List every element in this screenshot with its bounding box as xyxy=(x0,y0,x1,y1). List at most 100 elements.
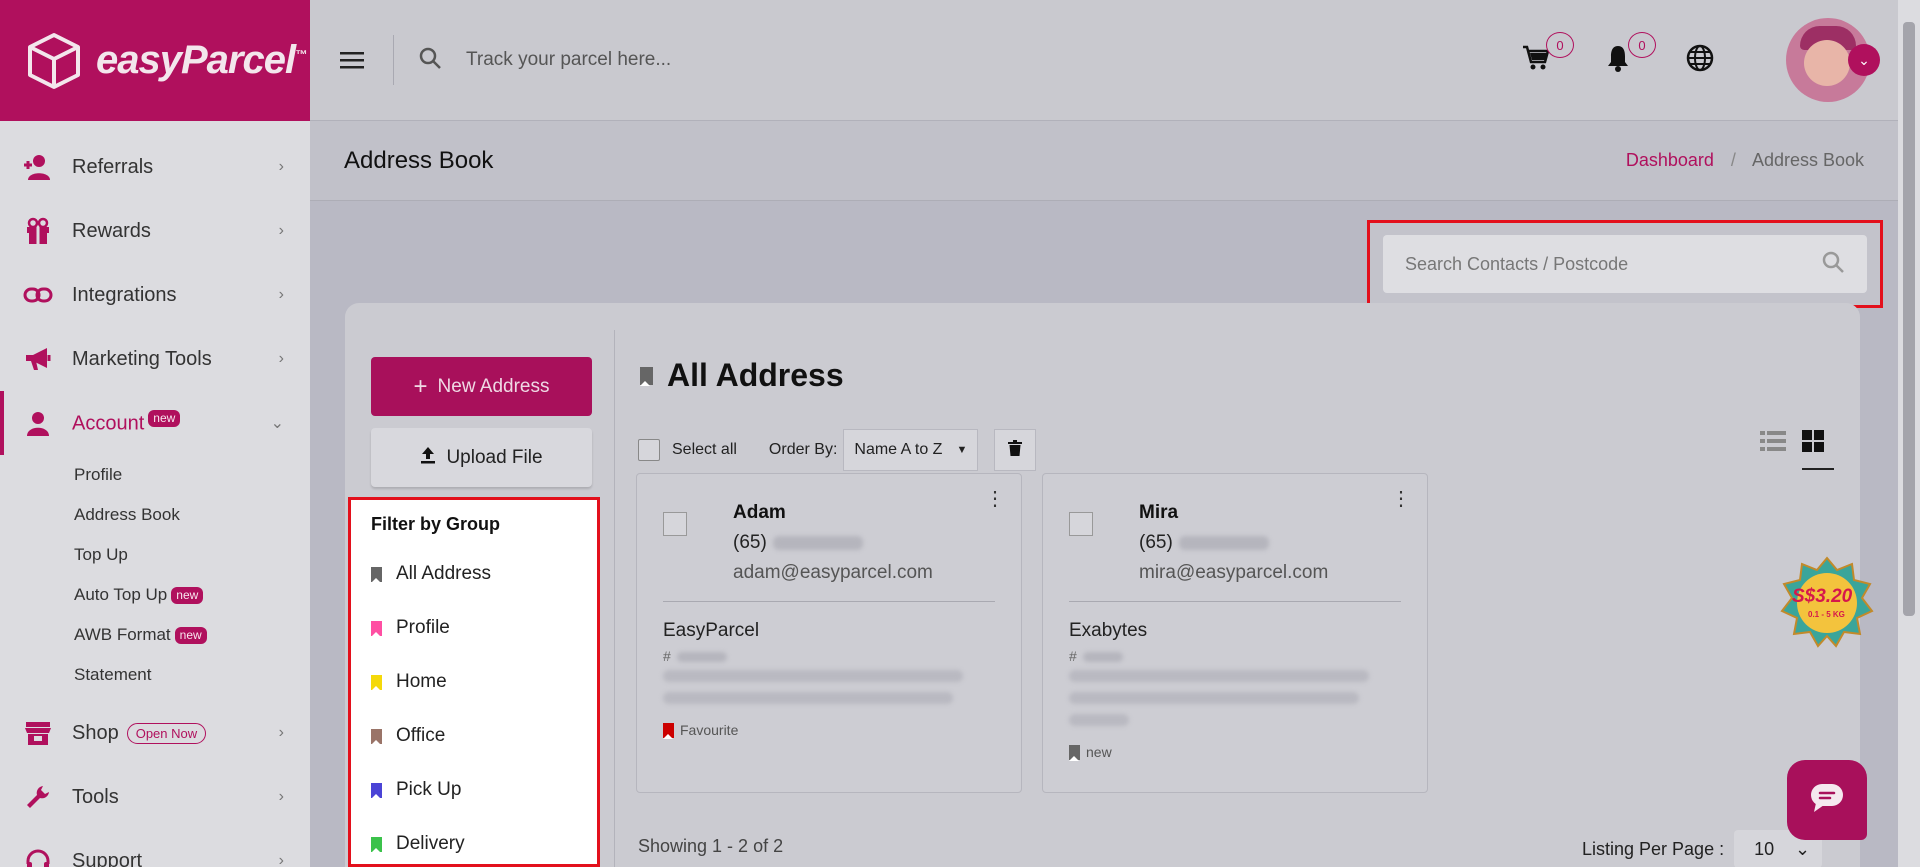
contact-group-tag: new xyxy=(1069,744,1112,761)
bookmark-icon xyxy=(371,836,382,853)
brand-name: easyParcel™ xyxy=(96,38,307,82)
contact-email: mira@easyparcel.com xyxy=(1139,562,1329,583)
gift-icon xyxy=(22,215,54,247)
promo-sticker[interactable]: S$3.20 0.1 - 5 KG xyxy=(1780,556,1874,650)
contact-checkbox[interactable] xyxy=(1069,512,1093,536)
top-icons: 0 0 ⌄ xyxy=(1520,18,1898,102)
bell-icon xyxy=(1606,44,1630,77)
logo[interactable]: easyParcel™ xyxy=(0,0,310,121)
sidebar-item-rewards[interactable]: Rewards › xyxy=(0,199,310,263)
sidebar-subitem-profile[interactable]: Profile xyxy=(74,455,310,495)
order-by-select[interactable]: Name A to Z ▼ xyxy=(843,429,979,471)
contact-phone: (65) xyxy=(733,532,863,554)
sidebar-item-marketing-tools[interactable]: Marketing Tools › xyxy=(0,327,310,391)
bookmark-icon xyxy=(371,782,382,799)
sidebar-item-tools[interactable]: Tools › xyxy=(0,765,310,829)
contact-address xyxy=(663,670,963,714)
new-address-button[interactable]: + New Address xyxy=(371,357,592,416)
page-scrollbar[interactable] xyxy=(1898,0,1920,867)
wrench-icon xyxy=(22,781,54,813)
select-all-checkbox[interactable] xyxy=(638,439,660,461)
contact-card[interactable]: ⋮ Mira (65) mira@easyparcel.com Exabytes… xyxy=(1042,473,1428,793)
chevron-right-icon: › xyxy=(278,350,284,367)
box-logo-icon xyxy=(28,32,80,89)
filter-group-all-address[interactable]: All Address xyxy=(371,547,597,601)
filter-by-group: Filter by Group All Address Profile Home… xyxy=(348,497,600,867)
new-badge: new xyxy=(171,586,204,604)
bookmark-icon xyxy=(371,620,382,637)
chevron-right-icon: › xyxy=(278,286,284,303)
sidebar-subitem-auto-top-up[interactable]: Auto Top Up new xyxy=(74,575,310,615)
delete-button[interactable] xyxy=(994,429,1037,471)
search-contacts-highlight: Search Contacts / Postcode xyxy=(1367,220,1883,308)
filter-group-home[interactable]: Home xyxy=(371,655,597,709)
grid-view-icon[interactable] xyxy=(1802,430,1824,457)
list-title: All Address xyxy=(640,357,844,394)
bookmark-icon xyxy=(663,722,674,739)
scrollbar-thumb[interactable] xyxy=(1903,22,1915,616)
more-options-icon[interactable]: ⋮ xyxy=(985,486,1005,511)
chat-bubble-icon xyxy=(1810,783,1844,818)
account-submenu: Profile Address Book Top Up Auto Top Up n… xyxy=(0,455,310,695)
user-icon xyxy=(22,407,54,439)
chat-button[interactable] xyxy=(1787,760,1867,840)
top-bar: Track your parcel here... 0 0 ⌄ xyxy=(310,0,1898,121)
chevron-right-icon: › xyxy=(278,222,284,239)
notification-count-badge: 0 xyxy=(1628,32,1656,58)
breadcrumb-current: Address Book xyxy=(1751,150,1864,170)
new-badge: new xyxy=(174,626,207,644)
search-icon[interactable] xyxy=(1821,250,1845,279)
filter-group-profile[interactable]: Profile xyxy=(371,601,597,655)
contact-phone: (65) xyxy=(1139,532,1269,554)
page-header: Address Book Dashboard / Address Book xyxy=(310,121,1898,201)
contact-address xyxy=(1069,670,1369,736)
contact-reference: # xyxy=(1069,648,1123,664)
chevron-right-icon: › xyxy=(278,852,284,867)
track-parcel-input[interactable]: Track your parcel here... xyxy=(466,49,671,71)
list-toolbar: Select all Order By: Name A to Z ▼ xyxy=(638,429,1037,471)
notifications-button[interactable]: 0 xyxy=(1602,32,1656,77)
contact-group-tag: Favourite xyxy=(663,722,738,739)
language-button[interactable] xyxy=(1684,44,1716,76)
cart-count-badge: 0 xyxy=(1546,32,1574,58)
filter-group-office[interactable]: Office xyxy=(371,709,597,763)
link-icon xyxy=(22,279,54,311)
sidebar-subitem-statement[interactable]: Statement xyxy=(74,655,310,695)
sidebar-subitem-awb-format[interactable]: AWB Format new xyxy=(74,615,310,655)
sidebar-subitem-top-up[interactable]: Top Up xyxy=(74,535,310,575)
plus-icon: + xyxy=(413,372,428,400)
sidebar-subitem-address-book[interactable]: Address Book xyxy=(74,495,310,535)
sidebar-item-integrations[interactable]: Integrations › xyxy=(0,263,310,327)
contact-reference: # xyxy=(663,648,727,664)
chevron-right-icon: › xyxy=(278,724,284,741)
chevron-down-icon: ⌄ xyxy=(1795,838,1811,859)
bookmark-icon xyxy=(1069,744,1080,761)
caret-down-icon: ▼ xyxy=(956,444,968,456)
filter-group-pick-up[interactable]: Pick Up xyxy=(371,763,597,817)
sidebar-item-account[interactable]: Account new ⌄ xyxy=(0,391,310,455)
headset-icon xyxy=(22,845,54,867)
bookmark-icon xyxy=(371,728,382,745)
contact-email: adam@easyparcel.com xyxy=(733,562,933,583)
breadcrumb-dashboard-link[interactable]: Dashboard xyxy=(1626,150,1714,170)
hamburger-menu-icon[interactable] xyxy=(310,35,394,85)
select-all-label: Select all xyxy=(672,441,737,458)
globe-icon xyxy=(1686,44,1714,77)
upload-file-button[interactable]: Upload File xyxy=(371,428,592,487)
track-parcel-search[interactable]: Track your parcel here... xyxy=(394,46,1520,75)
more-options-icon[interactable]: ⋮ xyxy=(1391,486,1411,511)
avatar[interactable]: ⌄ xyxy=(1786,18,1880,102)
cart-button[interactable]: 0 xyxy=(1520,32,1574,76)
promo-price: S$3.20 xyxy=(1792,586,1853,607)
search-contacts-input[interactable]: Search Contacts / Postcode xyxy=(1383,235,1867,293)
chevron-down-icon[interactable]: ⌄ xyxy=(1848,44,1880,76)
contact-checkbox[interactable] xyxy=(663,512,687,536)
filter-group-delivery[interactable]: Delivery xyxy=(371,817,597,867)
search-icon xyxy=(418,46,442,75)
sidebar-item-support[interactable]: Support › xyxy=(0,829,310,867)
sidebar-nav: Referrals › Rewards › Integrations › Mar… xyxy=(0,121,310,867)
list-view-icon[interactable] xyxy=(1760,430,1786,457)
sidebar-item-shop[interactable]: Shop Open Now › xyxy=(0,701,310,765)
contact-card[interactable]: ⋮ Adam (65) adam@easyparcel.com EasyParc… xyxy=(636,473,1022,793)
sidebar-item-referrals[interactable]: Referrals › xyxy=(0,135,310,199)
